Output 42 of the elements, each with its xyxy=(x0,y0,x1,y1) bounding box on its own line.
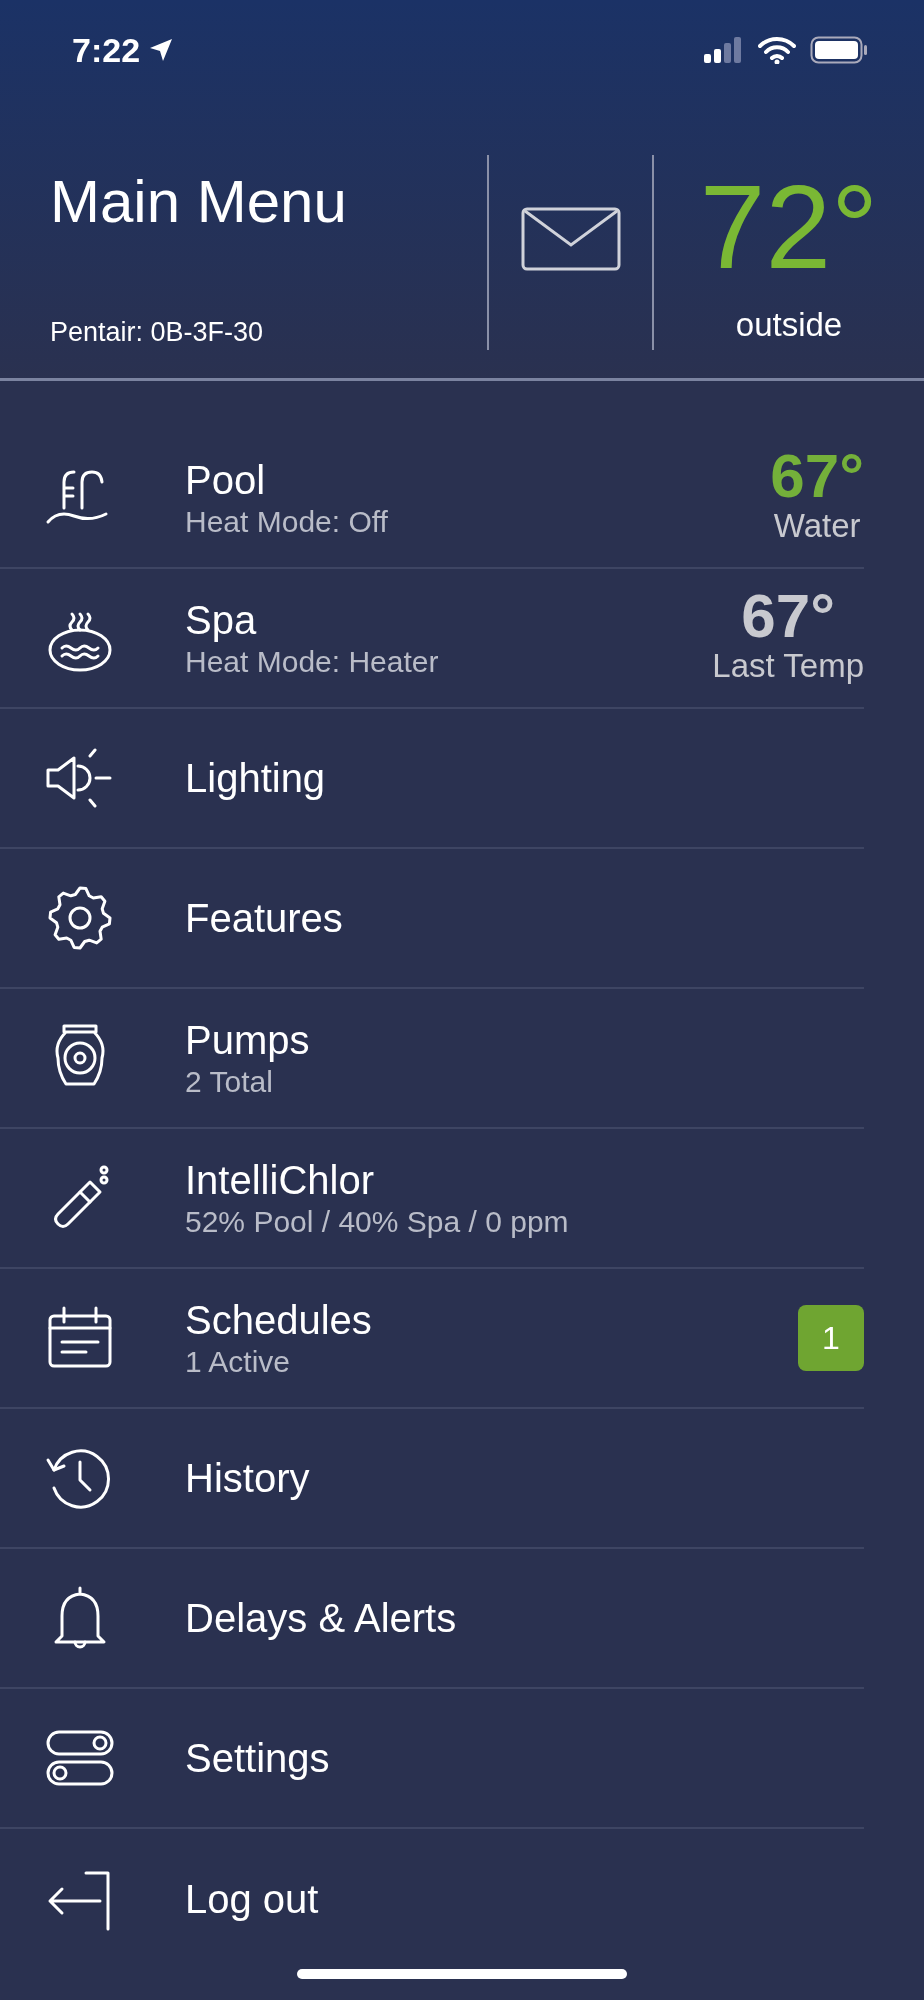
menu-item-subtitle: 52% Pool / 40% Spa / 0 ppm xyxy=(185,1204,569,1239)
menu-item[interactable]: Pumps 2 Total xyxy=(0,989,864,1129)
menu-item-subtitle: Heat Mode: Heater xyxy=(185,644,439,679)
location-arrow-icon xyxy=(148,37,175,63)
temperature-label: Last Temp xyxy=(712,647,864,685)
menu-item[interactable]: Delays & Alerts xyxy=(0,1549,864,1689)
menu-item[interactable]: Features xyxy=(0,849,864,989)
mail-icon[interactable] xyxy=(520,207,621,271)
menu-item-title: History xyxy=(185,1455,310,1501)
menu-item-subtitle: 1 Active xyxy=(185,1344,291,1379)
temperature-reading: 67° xyxy=(741,585,836,647)
menu-item-title: Log out xyxy=(185,1876,319,1922)
menu-item[interactable]: History xyxy=(0,1409,864,1549)
menu-item[interactable]: Log out xyxy=(0,1829,864,1969)
menu-item-subtitle: Heat Mode: Off xyxy=(185,504,388,539)
status-time: 7:22 xyxy=(72,30,141,70)
outside-temperature: 72° xyxy=(699,168,879,286)
menu-item-title: Spa xyxy=(185,597,257,643)
menu-item[interactable]: Pool Heat Mode: Off 67° Water xyxy=(0,429,864,569)
menu-item[interactable]: Schedules 1 Active 1 xyxy=(0,1269,864,1409)
menu-item-subtitle: 2 Total xyxy=(185,1064,273,1099)
menu-item-title: Settings xyxy=(185,1735,330,1781)
device-id: Pentair: 0B-3F-30 xyxy=(50,317,265,349)
battery-icon xyxy=(810,36,868,64)
page-title: Main Menu xyxy=(50,172,348,232)
menu-item-title: Schedules xyxy=(185,1297,372,1343)
menu-item[interactable]: Spa Heat Mode: Heater 67° Last Temp xyxy=(0,569,864,709)
menu-item-title: Features xyxy=(185,895,343,941)
menu-item[interactable]: Lighting xyxy=(0,709,864,849)
wifi-icon xyxy=(758,36,796,64)
menu-item-title: Delays & Alerts xyxy=(185,1595,457,1641)
count-badge: 1 xyxy=(798,1305,864,1371)
signal-icon xyxy=(704,37,744,63)
temperature-reading: 67° xyxy=(770,445,864,507)
menu-item-title: Pumps xyxy=(185,1017,310,1063)
menu-item[interactable]: Settings xyxy=(0,1689,864,1829)
menu-item-title: Lighting xyxy=(185,755,326,801)
menu-item-title: IntelliChlor xyxy=(185,1157,374,1203)
menu-item[interactable]: IntelliChlor 52% Pool / 40% Spa / 0 ppm xyxy=(0,1129,864,1269)
menu-item-title: Pool xyxy=(185,457,266,503)
outside-label: outside xyxy=(735,306,843,344)
temperature-label: Water xyxy=(773,507,861,545)
